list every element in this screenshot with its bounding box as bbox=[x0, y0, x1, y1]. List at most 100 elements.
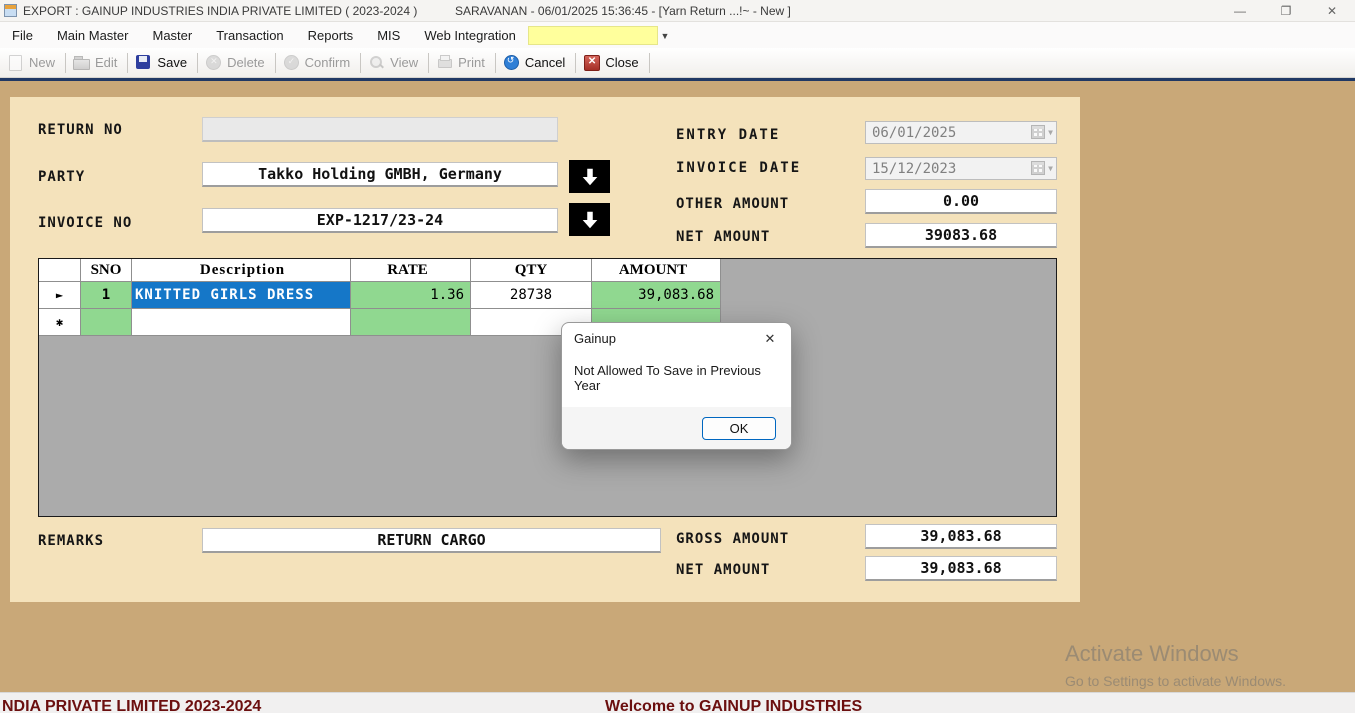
entry-date-value: 06/01/2025 bbox=[872, 125, 956, 141]
new-page-icon bbox=[7, 54, 24, 71]
minimize-icon[interactable]: — bbox=[1217, 0, 1263, 22]
other-amount-input[interactable] bbox=[865, 189, 1057, 214]
edit-button[interactable]: Edit bbox=[68, 50, 125, 76]
close-window-icon[interactable]: ✕ bbox=[1309, 0, 1355, 22]
invoice-no-label: INVOICE NO bbox=[38, 215, 132, 231]
close-button[interactable]: Close bbox=[578, 50, 646, 76]
toolbar-button-label: Print bbox=[458, 55, 485, 70]
grid-cell-desc[interactable]: KNITTED GIRLS DRESS bbox=[132, 282, 351, 309]
grid-row[interactable]: ►1KNITTED GIRLS DRESS1.362873839,083.68 bbox=[39, 282, 1056, 309]
toolbar-separator bbox=[127, 53, 128, 73]
magnifier-icon bbox=[368, 54, 385, 71]
grid-cell-amt[interactable]: 39,083.68 bbox=[592, 282, 721, 309]
menu-item-reports[interactable]: Reports bbox=[296, 24, 366, 47]
grid-header-SNO[interactable]: SNO bbox=[81, 259, 132, 282]
menu-item-master[interactable]: Master bbox=[140, 24, 204, 47]
new-button[interactable]: New bbox=[2, 50, 63, 76]
net-amount-input[interactable] bbox=[865, 223, 1057, 248]
blue-circle-icon bbox=[503, 54, 520, 71]
toolbar-separator bbox=[575, 53, 576, 73]
app-form-icon bbox=[4, 4, 17, 17]
invoice-no-input[interactable] bbox=[202, 208, 558, 233]
toolbar-separator bbox=[197, 53, 198, 73]
invoice-date-picker[interactable]: 15/12/2023 ▼ bbox=[865, 157, 1057, 180]
toolbar-button-label: New bbox=[29, 55, 55, 70]
watermark-line2: Go to Settings to activate Windows. bbox=[1065, 673, 1286, 689]
dialog-close-icon[interactable]: ✕ bbox=[757, 327, 783, 351]
menu-item-transaction[interactable]: Transaction bbox=[204, 24, 295, 47]
toolbar-button-label: Save bbox=[157, 55, 187, 70]
toolbar-separator bbox=[495, 53, 496, 73]
gross-amount-input[interactable] bbox=[865, 524, 1057, 549]
grid-cell-rate[interactable] bbox=[351, 309, 471, 336]
grid-header-AMOUNT[interactable]: AMOUNT bbox=[592, 259, 721, 282]
message-dialog: Gainup ✕ Not Allowed To Save in Previous… bbox=[561, 322, 792, 450]
maximize-icon[interactable]: ❐ bbox=[1263, 0, 1309, 22]
quick-search-combo[interactable]: ▼ bbox=[528, 26, 672, 45]
invoice-date-label: INVOICE DATE bbox=[676, 160, 801, 176]
grid-cell-rate[interactable]: 1.36 bbox=[351, 282, 471, 309]
gray-circle-check-icon bbox=[283, 54, 300, 71]
cancel-button[interactable]: Cancel bbox=[498, 50, 573, 76]
activate-windows-watermark: Activate Windows Go to Settings to activ… bbox=[1065, 641, 1286, 689]
confirm-button[interactable]: Confirm bbox=[278, 50, 359, 76]
party-lookup-button[interactable] bbox=[569, 160, 610, 193]
ok-button[interactable]: OK bbox=[702, 417, 776, 440]
grid-cell-qty[interactable]: 28738 bbox=[471, 282, 592, 309]
grid-header-RATE[interactable]: RATE bbox=[351, 259, 471, 282]
toolbar-button-label: Confirm bbox=[305, 55, 351, 70]
printer-icon bbox=[436, 54, 453, 71]
dialog-message: Not Allowed To Save in Previous Year bbox=[562, 353, 791, 407]
grid-row-selector[interactable]: ✱ bbox=[39, 309, 81, 336]
remarks-label: REMARKS bbox=[38, 533, 104, 549]
print-button[interactable]: Print bbox=[431, 50, 493, 76]
menu-item-file[interactable]: File bbox=[0, 24, 45, 47]
remarks-input[interactable] bbox=[202, 528, 661, 553]
grid-header-row: SNODescriptionRATEQTYAMOUNT bbox=[39, 259, 1056, 282]
gross-amount-label: GROSS AMOUNT bbox=[676, 531, 789, 547]
quick-search-field[interactable] bbox=[528, 26, 658, 45]
menu-item-main-master[interactable]: Main Master bbox=[45, 24, 141, 47]
toolbar-separator bbox=[428, 53, 429, 73]
window-controls: — ❐ ✕ bbox=[1217, 0, 1355, 22]
line-items-grid[interactable]: SNODescriptionRATEQTYAMOUNT►1KNITTED GIR… bbox=[38, 258, 1057, 517]
toolbar-button-label: Cancel bbox=[525, 55, 565, 70]
app-window: EXPORT : GAINUP INDUSTRIES INDIA PRIVATE… bbox=[0, 0, 1355, 713]
save-button[interactable]: Save bbox=[130, 50, 195, 76]
grid-header-QTY[interactable]: QTY bbox=[471, 259, 592, 282]
invoice-lookup-button[interactable] bbox=[569, 203, 610, 236]
grid-row-selector[interactable]: ► bbox=[39, 282, 81, 309]
entry-date-picker[interactable]: 06/01/2025 ▼ bbox=[865, 121, 1057, 144]
menu-item-web-integration[interactable]: Web Integration bbox=[412, 24, 528, 47]
toolbar-button-label: Close bbox=[605, 55, 638, 70]
party-input[interactable] bbox=[202, 162, 558, 187]
entry-date-label: ENTRY DATE bbox=[676, 127, 780, 143]
window-title-session: SARAVANAN - 06/01/2025 15:36:45 - [Yarn … bbox=[455, 4, 791, 18]
toolbar-button-label: Delete bbox=[227, 55, 265, 70]
save-disk-icon bbox=[135, 54, 152, 71]
grid-cell-sno[interactable] bbox=[81, 309, 132, 336]
date-picker-icons: ▼ bbox=[1031, 125, 1053, 139]
menu-bar-items: FileMain MasterMasterTransactionReportsM… bbox=[0, 24, 605, 47]
grid-cell-desc[interactable] bbox=[132, 309, 351, 336]
status-bar: NDIA PRIVATE LIMITED 2023-2024 Welcome t… bbox=[0, 692, 1355, 713]
gray-circle-x-icon bbox=[205, 54, 222, 71]
grid-header-Description[interactable]: Description bbox=[132, 259, 351, 282]
red-x-icon bbox=[583, 54, 600, 71]
dialog-footer: OK bbox=[562, 407, 791, 449]
view-button[interactable]: View bbox=[363, 50, 426, 76]
calendar-icon bbox=[1031, 125, 1045, 139]
watermark-line1: Activate Windows bbox=[1065, 641, 1286, 667]
dropdown-arrow-icon[interactable]: ▼ bbox=[658, 31, 672, 41]
delete-button[interactable]: Delete bbox=[200, 50, 273, 76]
grid-row[interactable]: ✱ bbox=[39, 309, 1056, 336]
toolbar-divider bbox=[0, 78, 1355, 81]
return-no-input[interactable] bbox=[202, 117, 558, 142]
grid-header-selector[interactable] bbox=[39, 259, 81, 282]
menu-item-mis[interactable]: MIS bbox=[365, 24, 412, 47]
invoice-date-value: 15/12/2023 bbox=[872, 161, 956, 177]
return-no-label: RETURN NO bbox=[38, 122, 123, 138]
net-amount-total-input[interactable] bbox=[865, 556, 1057, 581]
title-bar: EXPORT : GAINUP INDUSTRIES INDIA PRIVATE… bbox=[0, 0, 1355, 22]
grid-cell-sno[interactable]: 1 bbox=[81, 282, 132, 309]
